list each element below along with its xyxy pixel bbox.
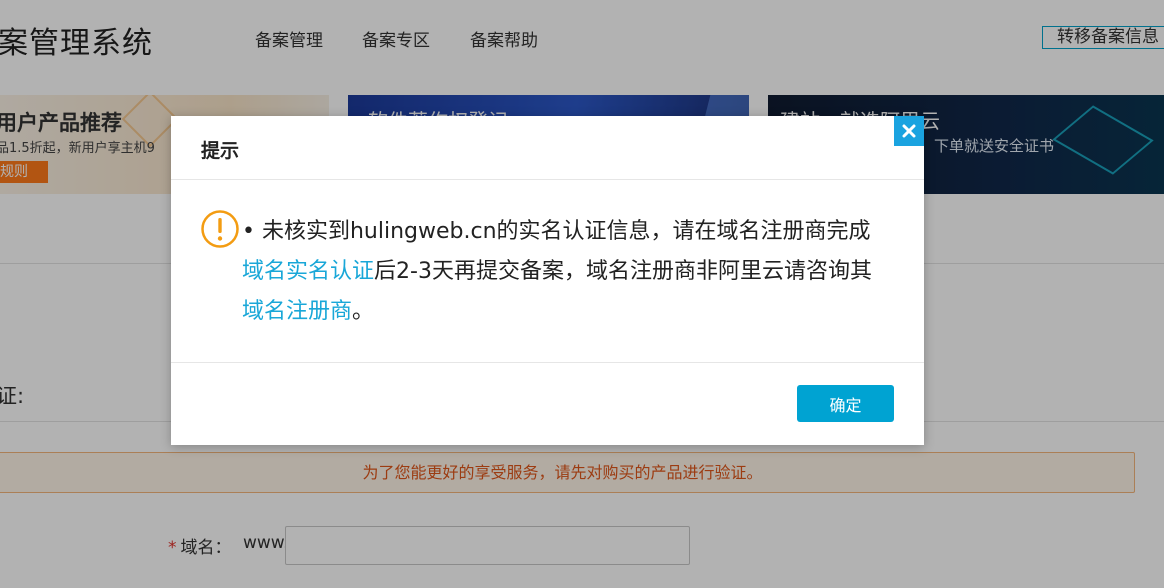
confirm-button[interactable]: 确定 [797, 385, 894, 422]
domain-registrar-link[interactable]: 域名注册商 [242, 299, 352, 324]
bullet: • [242, 219, 255, 244]
alert-dialog: 提示 • 未核实到hulingweb.cn的实名认证信息，请在域名注册商完成域名… [171, 116, 924, 445]
close-icon [902, 124, 916, 138]
dialog-footer-divider [171, 362, 924, 363]
message-text: 后2-3天再提交备案，域名注册商非阿里云请咨询其 [374, 259, 872, 284]
warning-icon [201, 210, 239, 248]
dialog-header: 提示 [171, 116, 924, 180]
domain-realname-link[interactable]: 域名实名认证 [242, 259, 374, 284]
dialog-title: 提示 [201, 140, 240, 162]
close-button[interactable] [894, 116, 924, 146]
message-text: 未核实到hulingweb.cn的实名认证信息，请在域名注册商完成 [261, 219, 871, 244]
message-text: 。 [352, 299, 375, 324]
dialog-message: • 未核实到hulingweb.cn的实名认证信息，请在域名注册商完成域名实名认… [242, 212, 882, 332]
